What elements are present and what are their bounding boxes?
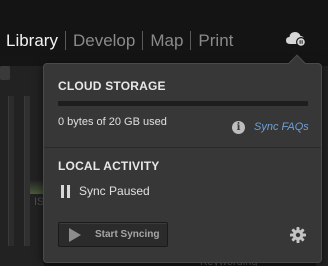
tab-develop[interactable]: Develop (66, 30, 144, 50)
module-picker: Library Develop Map Print (0, 0, 328, 56)
histogram-fragment (30, 170, 44, 194)
storage-usage-bar (58, 101, 308, 106)
left-panel-background (0, 66, 44, 266)
storage-used-text: 0 bytes of 20 GB used (58, 116, 167, 128)
cloud-storage-title: CLOUD STORAGE (58, 79, 166, 93)
sync-activity-popover: CLOUD STORAGE 0 bytes of 20 GB used i Sy… (43, 54, 322, 263)
module-tabs: Library Develop Map Print (4, 29, 240, 51)
popover-pointer (288, 54, 306, 72)
lightroom-window: Library Develop Map Print IS Keywording … (0, 0, 328, 266)
sync-status-text: Sync Paused (79, 184, 150, 198)
pause-icon (61, 185, 71, 198)
gear-icon[interactable] (290, 227, 306, 243)
start-syncing-button[interactable]: Start Syncing (58, 222, 168, 247)
info-icon[interactable]: i (232, 121, 245, 134)
tab-print[interactable]: Print (191, 31, 240, 50)
play-icon (69, 228, 81, 242)
sync-faqs-link[interactable]: Sync FAQs (254, 121, 309, 133)
start-syncing-label: Start Syncing (95, 229, 160, 240)
local-activity-title: LOCAL ACTIVITY (58, 159, 160, 173)
tab-library[interactable]: Library (4, 30, 66, 50)
cloud-sync-icon[interactable] (286, 30, 308, 48)
lock-icon (0, 66, 10, 80)
section-divider (44, 147, 321, 148)
panel-scrollbar (8, 96, 14, 246)
tab-map[interactable]: Map (143, 30, 192, 50)
